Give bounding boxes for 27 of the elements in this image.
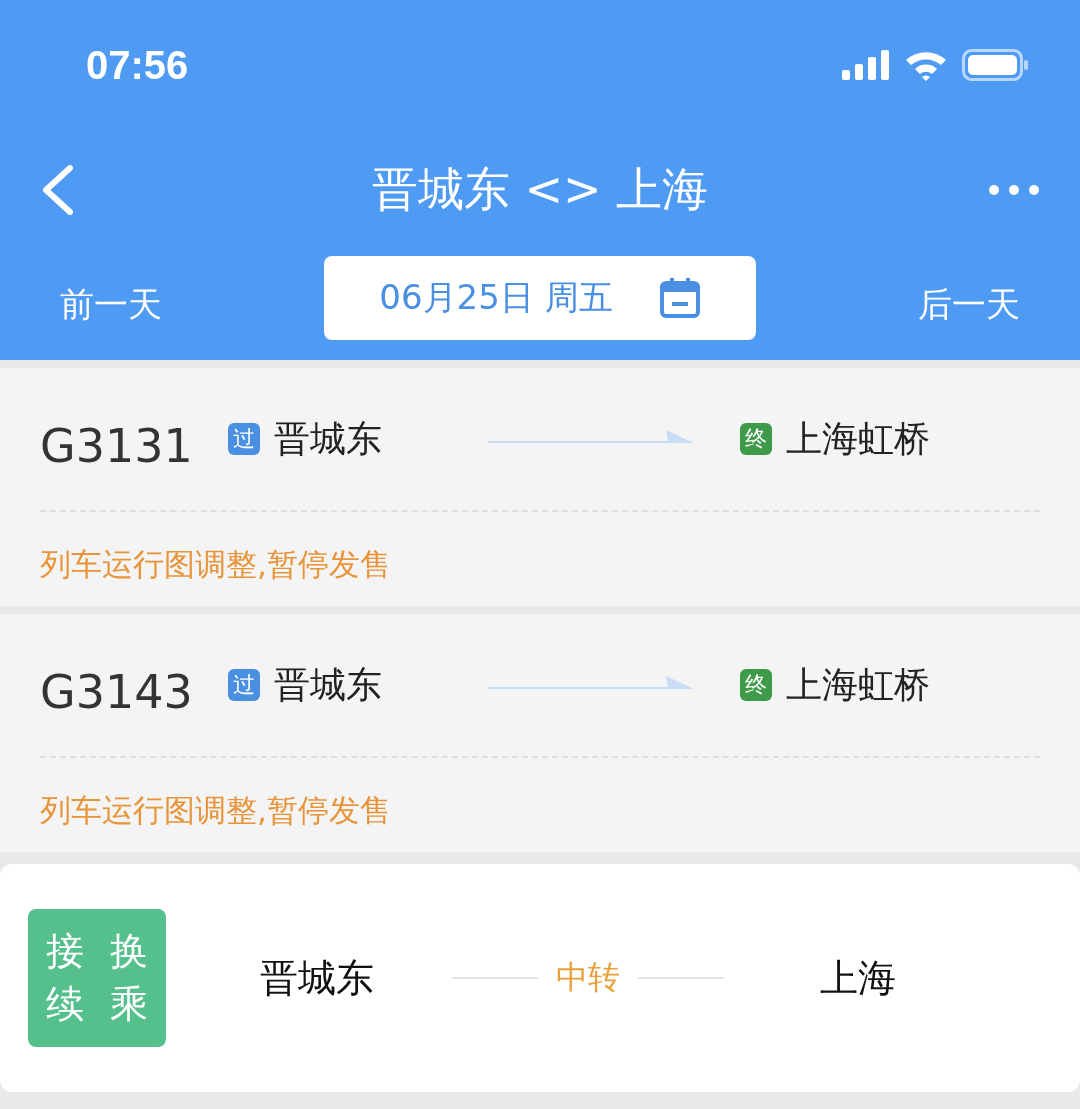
wifi-icon [904, 49, 948, 81]
station-tag: 过 [228, 669, 260, 701]
station-tag: 终 [740, 669, 772, 701]
station-tag: 过 [228, 423, 260, 455]
more-icon[interactable] [988, 184, 1040, 196]
battery-icon [962, 49, 1030, 81]
transfer-badge: 接续 换乘 [28, 909, 166, 1047]
train-number: G3131 [40, 418, 194, 473]
station-name: 晋城东 [274, 416, 382, 461]
station-name: 上海虹桥 [786, 662, 930, 707]
sale-notice: 列车运行图调整,暂停发售 [40, 791, 392, 830]
sale-notice: 列车运行图调整,暂停发售 [40, 545, 392, 584]
train-card[interactable]: G3143 过 晋城东 终 上海虹桥 列车运行图调整,暂停发售 [0, 614, 1080, 852]
transfer-label: 中转 [556, 957, 620, 998]
transfer-card[interactable]: 接续 换乘 晋城东 中转 上海 [0, 864, 1080, 1092]
station-name: 上海 [820, 954, 896, 1002]
back-icon[interactable] [40, 165, 76, 215]
signal-icon [842, 50, 890, 80]
station-name: 晋城东 [260, 954, 374, 1002]
station-name: 上海虹桥 [786, 416, 930, 461]
page-title: 晋城东 <> 上海 [370, 161, 709, 218]
calendar-icon [658, 277, 701, 319]
train-card[interactable]: G3131 过 晋城东 终 上海虹桥 列车运行图调整,暂停发售 [0, 368, 1080, 606]
station-tag: 终 [740, 423, 772, 455]
station-name: 晋城东 [274, 662, 382, 707]
train-number: G3143 [40, 664, 194, 719]
status-time: 07:56 [86, 42, 189, 88]
